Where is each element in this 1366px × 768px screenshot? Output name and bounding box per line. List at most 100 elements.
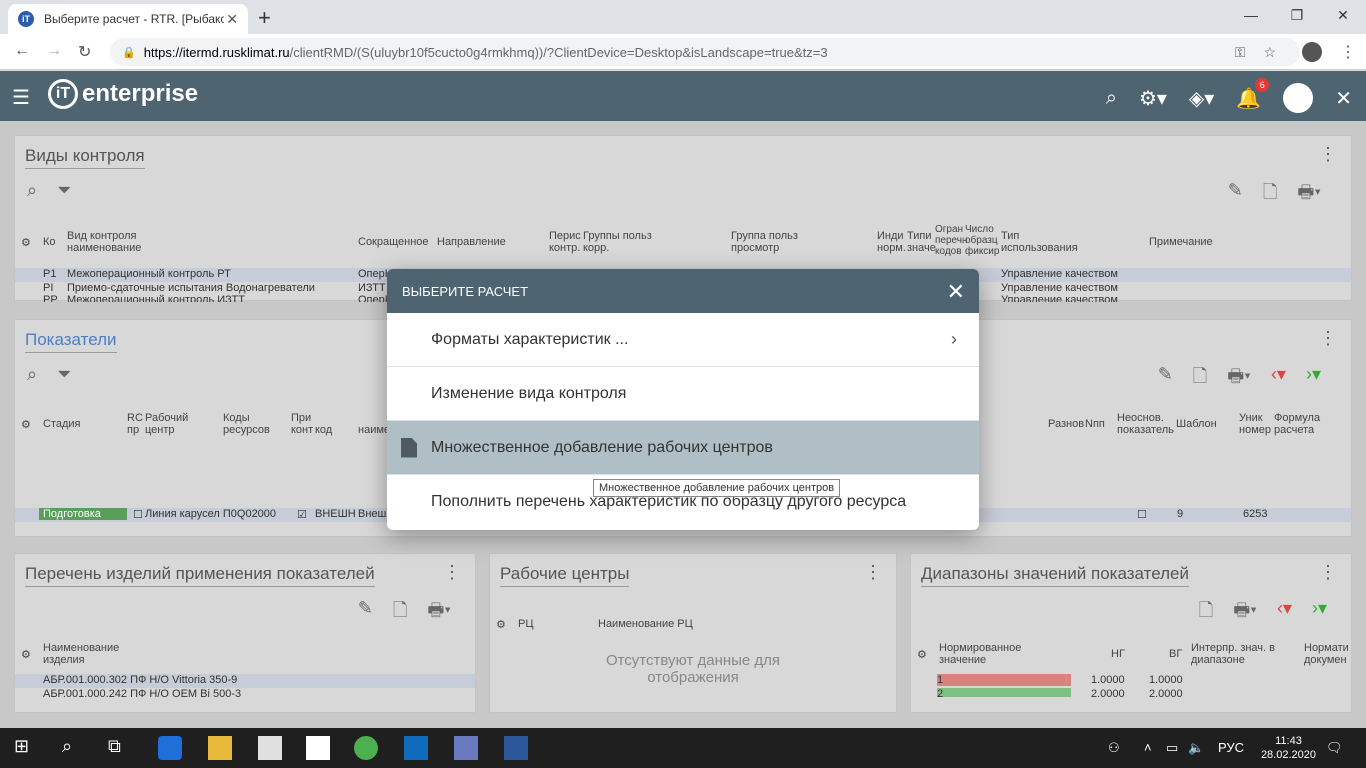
- column-header[interactable]: наиме: [358, 424, 390, 436]
- close-tab-icon[interactable]: ✕: [226, 11, 238, 28]
- print-icon[interactable]: 🖶▾: [1297, 180, 1321, 210]
- new-doc-icon[interactable]: 🗋: [1193, 364, 1207, 394]
- minimize-icon[interactable]: —: [1228, 0, 1274, 30]
- bookmark-star-icon[interactable]: ☆: [1263, 44, 1276, 61]
- checkbox[interactable]: ☑: [297, 508, 307, 521]
- table-row[interactable]: 2 2.0000 2.0000: [911, 688, 1351, 697]
- column-header[interactable]: Уник номер: [1239, 412, 1273, 436]
- app-close-icon[interactable]: ✕: [1335, 86, 1352, 111]
- column-header[interactable]: Наименование РЦ: [598, 618, 693, 630]
- new-doc-icon[interactable]: 🗋: [393, 598, 407, 628]
- column-header[interactable]: Группы польз корр.: [583, 230, 663, 254]
- column-header[interactable]: Примечание: [1149, 236, 1213, 248]
- column-header[interactable]: Направление: [437, 236, 506, 248]
- print-icon[interactable]: 🖶▾: [1233, 598, 1257, 628]
- print-icon[interactable]: 🖶▾: [1227, 364, 1251, 394]
- cube-icon[interactable]: ◈▾: [1189, 86, 1214, 111]
- search-icon[interactable]: ⌕: [27, 364, 37, 385]
- more-icon[interactable]: ⋮: [1319, 144, 1337, 165]
- dialog-item-formats[interactable]: Форматы характеристик ... ›: [387, 313, 979, 367]
- volume-icon[interactable]: 🔈: [1188, 740, 1204, 756]
- column-header[interactable]: Тип использования: [1001, 230, 1091, 254]
- column-header[interactable]: Типи значе: [907, 230, 937, 254]
- column-header[interactable]: Сокращенное: [358, 236, 429, 248]
- column-header[interactable]: Перис контр.: [549, 230, 583, 254]
- column-header[interactable]: РЦ: [518, 618, 533, 630]
- store-icon[interactable]: [258, 736, 282, 760]
- new-tab-icon[interactable]: +: [258, 5, 271, 31]
- word-icon[interactable]: [504, 736, 528, 760]
- table-row[interactable]: 1 1.0000 1.0000: [911, 674, 1351, 688]
- network-icon[interactable]: ▭: [1166, 740, 1178, 756]
- table-row[interactable]: АБР.001.000.242 ПФ Н/О OEM Bi 500-3: [15, 688, 475, 697]
- column-header[interactable]: RC пр: [127, 412, 145, 436]
- prev-icon[interactable]: ‹▾: [1277, 598, 1292, 628]
- hamburger-menu-icon[interactable]: ☰: [12, 85, 30, 110]
- more-icon[interactable]: ⋮: [864, 562, 882, 583]
- more-icon[interactable]: ⋮: [1319, 328, 1337, 349]
- column-header[interactable]: Число образц фиксир: [965, 224, 999, 257]
- filter-icon[interactable]: ⏷: [57, 180, 71, 201]
- url-field[interactable]: 🔒 https://itermd.rusklimat.ru/clientRMD/…: [110, 38, 1300, 66]
- column-header[interactable]: Nпп: [1085, 418, 1105, 430]
- back-icon[interactable]: ←: [14, 42, 30, 60]
- grid-settings-icon[interactable]: ⚙: [496, 618, 506, 631]
- new-doc-icon[interactable]: 🗋: [1199, 598, 1213, 628]
- column-header[interactable]: Стадия: [43, 418, 81, 430]
- people-icon[interactable]: ⚇: [1108, 740, 1120, 756]
- maximize-icon[interactable]: ❐: [1274, 0, 1320, 30]
- edit-icon[interactable]: ✎: [358, 598, 373, 628]
- more-icon[interactable]: ⋮: [443, 562, 461, 583]
- column-header[interactable]: Ко: [43, 236, 56, 248]
- column-header[interactable]: Нормированное значение: [939, 642, 1039, 666]
- key-icon[interactable]: ⚿: [1235, 44, 1246, 61]
- column-header[interactable]: Коды ресурсов: [223, 412, 273, 436]
- column-header[interactable]: Разнов: [1048, 418, 1084, 430]
- dialog-item-add-work-centers[interactable]: Множественное добавление рабочих центров: [387, 421, 979, 475]
- reload-icon[interactable]: ↻: [78, 42, 91, 62]
- gear-icon[interactable]: ⚙▾: [1139, 86, 1167, 111]
- user-avatar-icon[interactable]: [1283, 83, 1314, 113]
- dialog-item-change-control[interactable]: Изменение вида контроля: [387, 367, 979, 421]
- search-icon[interactable]: ⌕: [1106, 87, 1117, 110]
- task-view-icon[interactable]: ⧉: [108, 736, 132, 760]
- column-header[interactable]: Инди норм.: [877, 230, 907, 254]
- prev-icon[interactable]: ‹▾: [1271, 364, 1286, 394]
- checkbox[interactable]: ☐: [1137, 508, 1147, 521]
- column-header[interactable]: Огран перечн кодов: [935, 224, 968, 257]
- forward-icon[interactable]: →: [46, 42, 62, 60]
- edit-icon[interactable]: ✎: [1158, 364, 1173, 394]
- grid-settings-icon[interactable]: ⚙: [21, 418, 31, 431]
- filter-icon[interactable]: ⏷: [57, 364, 71, 385]
- column-header[interactable]: Вид контроля наименование: [67, 230, 197, 254]
- column-header[interactable]: Группа польз просмотр: [731, 230, 811, 254]
- next-icon[interactable]: ›▾: [1306, 364, 1321, 394]
- print-icon[interactable]: 🖶▾: [427, 598, 451, 628]
- file-explorer-icon[interactable]: [208, 736, 232, 760]
- search-icon[interactable]: ⌕: [62, 736, 86, 760]
- new-doc-icon[interactable]: 🗋: [1263, 180, 1277, 210]
- window-close-icon[interactable]: ✕: [1320, 0, 1366, 30]
- clock[interactable]: 11:43 28.02.2020: [1261, 734, 1316, 762]
- column-header[interactable]: Нормати докумен: [1304, 642, 1350, 666]
- grid-settings-icon[interactable]: ⚙: [21, 236, 31, 249]
- tray-chevron-icon[interactable]: ˄: [1144, 740, 1152, 755]
- browser-menu-icon[interactable]: ⋮: [1340, 42, 1356, 62]
- column-header[interactable]: Шаблон: [1176, 418, 1217, 430]
- windows-start-icon[interactable]: ⊞: [14, 736, 38, 760]
- column-header[interactable]: ВГ: [1169, 648, 1182, 660]
- search-icon[interactable]: ⌕: [27, 180, 37, 201]
- grid-settings-icon[interactable]: ⚙: [917, 648, 927, 661]
- mail-icon[interactable]: [306, 736, 330, 760]
- more-icon[interactable]: ⋮: [1319, 562, 1337, 583]
- checkbox[interactable]: ☐: [133, 508, 143, 521]
- column-header[interactable]: При конт: [291, 412, 313, 436]
- column-header[interactable]: Рабочий центр: [145, 412, 195, 436]
- next-icon[interactable]: ›▾: [1312, 598, 1327, 628]
- column-header[interactable]: код: [315, 424, 332, 436]
- chrome-icon[interactable]: [354, 736, 378, 760]
- bell-icon[interactable]: 🔔 6: [1236, 77, 1270, 111]
- column-header[interactable]: НГ: [1111, 648, 1125, 660]
- column-header[interactable]: Формула расчета: [1274, 412, 1330, 436]
- close-icon[interactable]: ✕: [947, 279, 965, 305]
